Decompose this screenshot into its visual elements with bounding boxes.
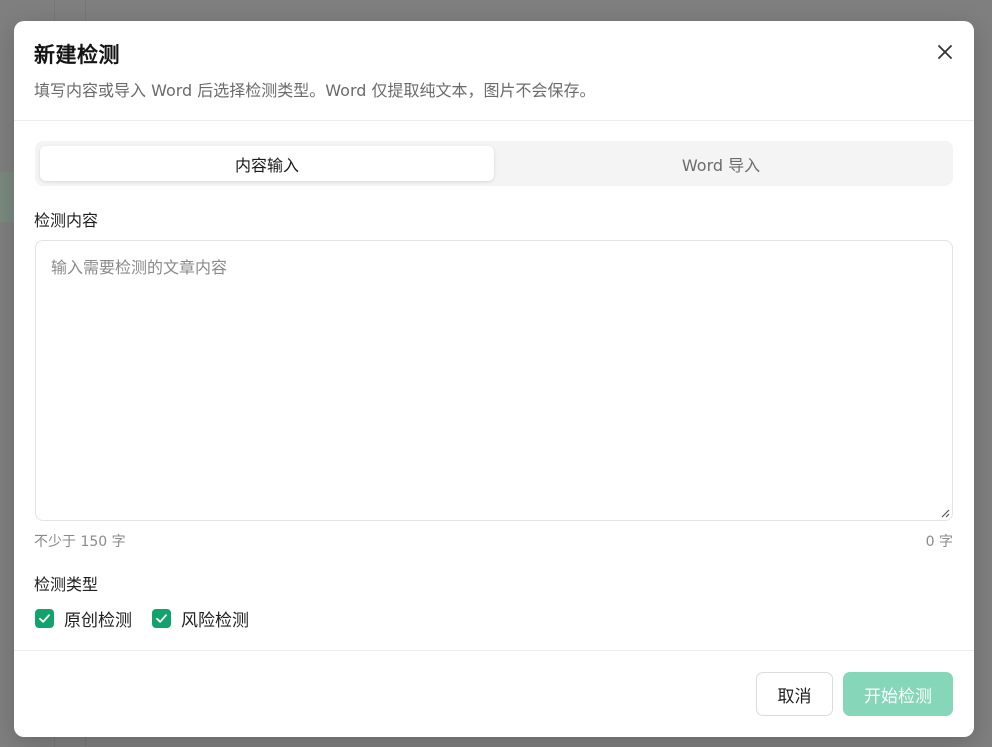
close-icon (938, 45, 952, 59)
min-length-hint: 不少于 150 字 (34, 534, 126, 550)
cancel-button[interactable]: 取消 (756, 672, 833, 716)
originality-checkbox[interactable] (35, 609, 54, 628)
risk-check-option[interactable]: 风险检测 (152, 606, 249, 631)
risk-check-label: 风险检测 (181, 611, 249, 631)
resize-handle-icon[interactable] (940, 508, 950, 518)
detection-type-label: 检测类型 (34, 575, 99, 594)
content-label: 检测内容 (34, 211, 99, 230)
originality-check-option[interactable]: 原创检测 (35, 606, 132, 631)
dialog-footer: 取消 开始检测 (14, 650, 974, 737)
tab-content-input[interactable]: 内容输入 (40, 146, 494, 181)
dialog-title: 新建检测 (34, 43, 120, 67)
originality-check-label: 原创检测 (64, 611, 132, 631)
character-count: 0 字 (925, 534, 953, 550)
close-button[interactable] (932, 39, 958, 65)
start-detection-button[interactable]: 开始检测 (843, 672, 953, 716)
content-textarea-wrapper (35, 240, 953, 521)
new-detection-dialog: 新建检测 填写内容或导入 Word 后选择检测类型。Word 仅提取纯文本，图片… (14, 21, 974, 737)
dialog-subtitle: 填写内容或导入 Word 后选择检测类型。Word 仅提取纯文本，图片不会保存。 (34, 81, 596, 100)
risk-checkbox[interactable] (152, 609, 171, 628)
background-nav-highlight (0, 172, 14, 222)
check-icon (39, 614, 50, 623)
content-textarea[interactable] (36, 241, 952, 520)
detection-type-options: 原创检测 风险检测 (35, 606, 269, 631)
input-mode-tabs: 内容输入 Word 导入 (35, 141, 953, 186)
check-icon (156, 614, 167, 623)
tab-word-import[interactable]: Word 导入 (494, 146, 948, 181)
dialog-header: 新建检测 填写内容或导入 Word 后选择检测类型。Word 仅提取纯文本，图片… (14, 21, 974, 121)
